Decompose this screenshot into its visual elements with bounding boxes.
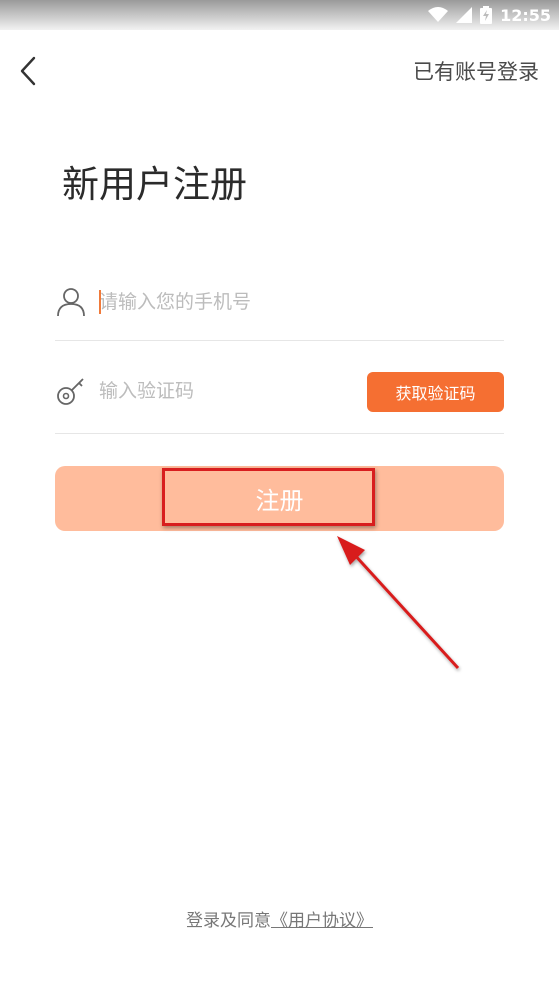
annotation-highlight-box [162,468,375,526]
code-row: 获取验证码 [55,362,504,434]
code-input[interactable] [99,376,349,406]
key-icon [57,378,84,405]
text-caret [99,290,101,314]
register-screen: 12:55 已有账号登录 新用户注册 获取验证码 注册 [0,0,559,995]
battery-icon [480,6,493,24]
wifi-icon [428,7,449,22]
status-bar: 12:55 [0,0,559,30]
agreement-prefix: 登录及同意 [186,911,271,931]
status-icons: 12:55 [428,4,551,26]
user-agreement-link[interactable]: 《用户协议》 [271,911,373,931]
phone-input[interactable] [99,287,349,317]
get-code-button[interactable]: 获取验证码 [367,372,504,412]
user-icon [57,288,85,317]
signal-icon [456,7,473,23]
chevron-left-icon [20,56,36,86]
back-button[interactable] [10,52,46,90]
page-title: 新用户注册 [62,163,247,206]
phone-row [55,270,504,341]
status-time: 12:55 [500,5,551,25]
login-link[interactable]: 已有账号登录 [413,56,539,86]
agreement-text: 登录及同意《用户协议》 [0,906,559,931]
